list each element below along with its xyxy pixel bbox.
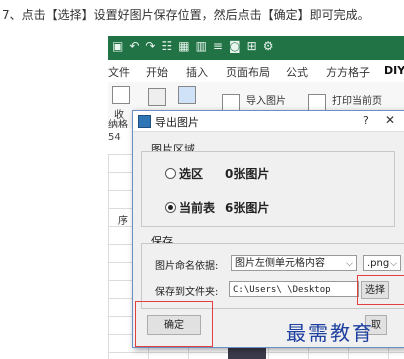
dialog-title: 导出图片 — [155, 116, 199, 129]
radio-selection-label[interactable]: 选区 — [179, 165, 203, 182]
tab-insert[interactable]: 插入 — [186, 64, 208, 80]
naming-select[interactable]: 图片左侧单元格内容 ⌵ — [231, 255, 357, 271]
instruction-text: 7、点击【选择】设置好图片保存位置，然后点击【确定】即可完成。 — [2, 8, 370, 22]
chart-icon[interactable]: ▥ — [196, 39, 207, 53]
dialog-app-icon — [138, 115, 151, 128]
radio-current-sheet[interactable]: 当前表 — [165, 199, 215, 216]
ribbon-tabs: 文件 开始 插入 页面布局 公式 方方格子 DIY — [108, 60, 404, 83]
ok-button[interactable]: 确定 — [147, 315, 201, 335]
tab-page-layout[interactable]: 页面布局 — [226, 64, 270, 80]
folder-path-value: C:\Users\ \Desktop — [233, 285, 331, 295]
column-header-seq: 序 — [118, 216, 128, 227]
folder-label: 保存到文件夹: — [155, 287, 219, 298]
format-select-value: .png — [367, 258, 390, 269]
naming-select-value: 图片左侧单元格内容 — [235, 258, 325, 269]
collect-icon[interactable] — [112, 86, 130, 104]
format-icon[interactable]: ☷ — [161, 39, 172, 53]
current-sheet-count: 6张图片 — [225, 201, 270, 215]
excel-titlebar: ▣ ↶ ↷ ☷ ▦ ▥ ≡ ◙ ⊞ ⚙ — [108, 36, 404, 60]
format-select[interactable]: .png ⌵ — [363, 255, 401, 271]
print-page-label[interactable]: 打印当前页 — [332, 92, 382, 107]
camera-icon[interactable]: ◙ — [229, 39, 241, 53]
help-icon[interactable]: ? — [363, 114, 369, 127]
more-icon[interactable]: ≡ — [213, 39, 223, 53]
image-icon[interactable] — [178, 86, 196, 104]
tab-file[interactable]: 文件 — [108, 64, 130, 80]
edit-icon[interactable] — [148, 88, 166, 106]
radio-current-sheet-label[interactable]: 当前表 — [179, 199, 215, 216]
watermark-text: 最需教育 — [286, 321, 374, 345]
undo-icon[interactable]: ↶ — [129, 39, 139, 53]
selection-count: 0张图片 — [225, 167, 270, 181]
radio-selection[interactable]: 选区 — [165, 165, 203, 182]
folder-path-field[interactable]: C:\Users\ \Desktop — [229, 281, 359, 297]
table-icon[interactable]: ▦ — [178, 39, 189, 53]
chevron-down-icon: ⌵ — [346, 259, 353, 269]
chevron-down-icon: ⌵ — [390, 259, 397, 269]
select-folder-button[interactable]: 选择 — [361, 281, 389, 299]
import-image-label[interactable]: 导入图片 — [246, 92, 286, 107]
radio-selection-button[interactable] — [165, 168, 176, 179]
export-image-dialog: 导出图片 ? ✕ 图片区域 选区 0张图片 当前表 6张图片 保存 图片命名依据… — [132, 110, 404, 348]
tab-diy[interactable]: DIY — [384, 64, 404, 77]
close-icon[interactable]: ✕ — [385, 113, 395, 127]
settings-icon[interactable]: ⚙ — [263, 39, 274, 53]
tab-fangfang[interactable]: 方方格子 — [326, 64, 370, 80]
naming-label: 图片命名依据: — [155, 261, 219, 272]
name-box[interactable]: 54 — [108, 132, 121, 143]
save-icon[interactable]: ▣ — [112, 39, 123, 53]
dialog-titlebar: 导出图片 ? ✕ — [133, 111, 404, 132]
tab-formulas[interactable]: 公式 — [286, 64, 308, 80]
quick-access-toolbar: ▣ ↶ ↷ ☷ ▦ ▥ ≡ ◙ ⊞ ⚙ — [112, 39, 273, 53]
grid-icon[interactable]: ⊞ — [247, 39, 257, 53]
redo-icon[interactable]: ↷ — [145, 39, 155, 53]
tab-home[interactable]: 开始 — [146, 64, 168, 80]
radio-current-sheet-button[interactable] — [165, 202, 176, 213]
